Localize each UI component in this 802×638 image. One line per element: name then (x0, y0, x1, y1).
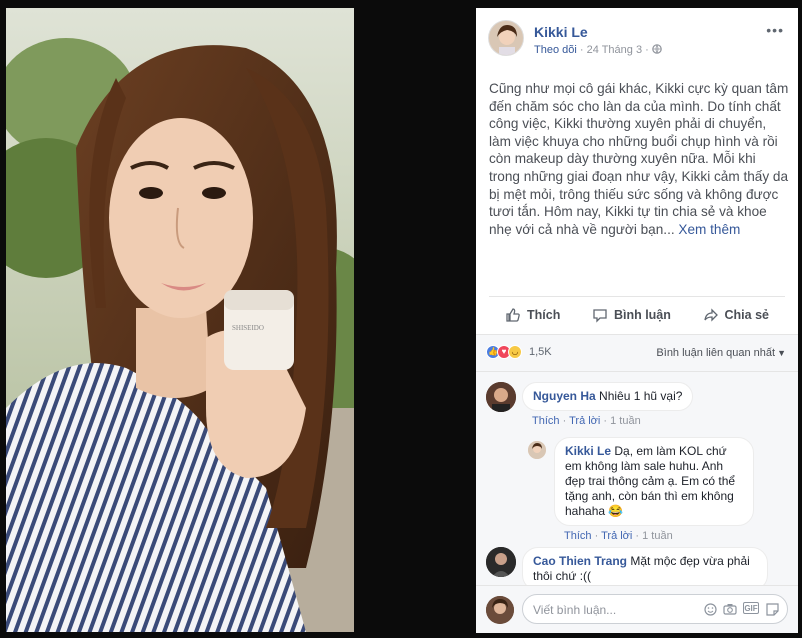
comment-bubble: Kikki Le Dạ, em làm KOL chứ em không làm… (554, 437, 754, 526)
like-label: Thích (527, 307, 561, 322)
post-header: Kikki Le Theo dõi · 24 Tháng 3 · ••• (476, 8, 798, 64)
photo-illustration: SHISEIDO (6, 8, 354, 632)
comment-body: Kikki Le Dạ, em làm KOL chứ em không làm… (554, 437, 754, 542)
comment-like-link[interactable]: Thích (532, 415, 560, 427)
author-name[interactable]: Kikki Le (534, 24, 588, 40)
commenter-name[interactable]: Kikki Le (565, 444, 611, 458)
post-photo[interactable]: SHISEIDO (6, 8, 354, 632)
post-text: Cũng như mọi cô gái khác, Kikki cực kỳ q… (489, 81, 789, 237)
comment-body: Nguyen Ha Nhiêu 1 hũ vại? Thích · Trả lờ… (522, 382, 722, 427)
comment-composer: Viết bình luận... GIF (476, 585, 798, 633)
sort-label: Bình luận liên quan nhất (656, 347, 776, 359)
comment-placeholder: Viết bình luận... (533, 603, 617, 617)
meta-dot: · (645, 44, 649, 56)
comment-bubble: Nguyen Ha Nhiêu 1 hũ vại? (522, 382, 694, 411)
more-options-button[interactable]: ••• (766, 22, 784, 38)
see-more-link[interactable]: Xem thêm (678, 222, 740, 237)
commenter-avatar[interactable] (528, 441, 546, 459)
meta-dot: · (579, 44, 584, 56)
share-icon (703, 307, 718, 322)
share-button[interactable]: Chia sẻ (703, 307, 769, 323)
share-label: Chia sẻ (724, 307, 769, 322)
commenter-name[interactable]: Cao Thien Trang (533, 554, 627, 568)
emoji-icon[interactable] (703, 602, 717, 616)
reactions-summary[interactable]: 👍 ♥ ◡ 1,5K (486, 345, 552, 359)
comment-label: Bình luận (613, 307, 671, 322)
comment-time: 1 tuần (610, 415, 641, 427)
comment-time: 1 tuần (642, 530, 673, 542)
divider (476, 371, 798, 372)
emoji: 😂 (608, 504, 624, 518)
commenter-avatar[interactable] (486, 382, 516, 412)
sticker-icon[interactable] (765, 602, 779, 616)
author-avatar[interactable] (488, 20, 524, 56)
comment-reply-link[interactable]: Trả lời (569, 415, 600, 427)
comment-text: Nhiêu 1 hũ vại? (599, 389, 683, 403)
thumbs-up-icon (506, 307, 520, 322)
comment-actions: Thích · Trả lời · 1 tuần (564, 530, 673, 542)
commenter-name[interactable]: Nguyen Ha (533, 389, 596, 403)
product-label: SHISEIDO (232, 324, 264, 332)
user-avatar[interactable] (486, 596, 514, 624)
comment-icon (593, 308, 607, 323)
reaction-count: 1,5K (529, 346, 552, 358)
globe-icon (652, 44, 662, 56)
comments-section: 👍 ♥ ◡ 1,5K Bình luận liên quan nhất ▼ Ngu… (476, 334, 798, 633)
comment-sort-dropdown[interactable]: Bình luận liên quan nhất ▼ (656, 347, 786, 359)
gif-icon[interactable]: GIF (743, 602, 759, 614)
post-panel: Kikki Le Theo dõi · 24 Tháng 3 · ••• Cũn… (476, 8, 798, 633)
post-body: Cũng như mọi cô gái khác, Kikki cực kỳ q… (489, 80, 789, 238)
haha-reaction-icon: ◡ (508, 345, 522, 359)
post-meta: Theo dõi · 24 Tháng 3 · (534, 44, 662, 56)
post-date[interactable]: 24 Tháng 3 (587, 44, 642, 56)
follow-link[interactable]: Theo dõi (534, 44, 577, 56)
post-actions: Thích Bình luận Chia sẻ (489, 296, 785, 332)
comment-actions: Thích · Trả lời · 1 tuần (532, 415, 641, 427)
camera-icon[interactable] (723, 602, 737, 616)
like-button[interactable]: Thích (505, 307, 560, 323)
comment-button[interactable]: Bình luận (592, 307, 671, 323)
top-strip (354, 0, 474, 8)
commenter-avatar[interactable] (486, 547, 516, 577)
chevron-down-icon: ▼ (777, 348, 786, 358)
comment-input[interactable]: Viết bình luận... GIF (522, 594, 788, 624)
composer-icons: GIF (703, 602, 779, 616)
comment-like-link[interactable]: Thích (564, 530, 592, 542)
comment-reply-link[interactable]: Trả lời (601, 530, 632, 542)
